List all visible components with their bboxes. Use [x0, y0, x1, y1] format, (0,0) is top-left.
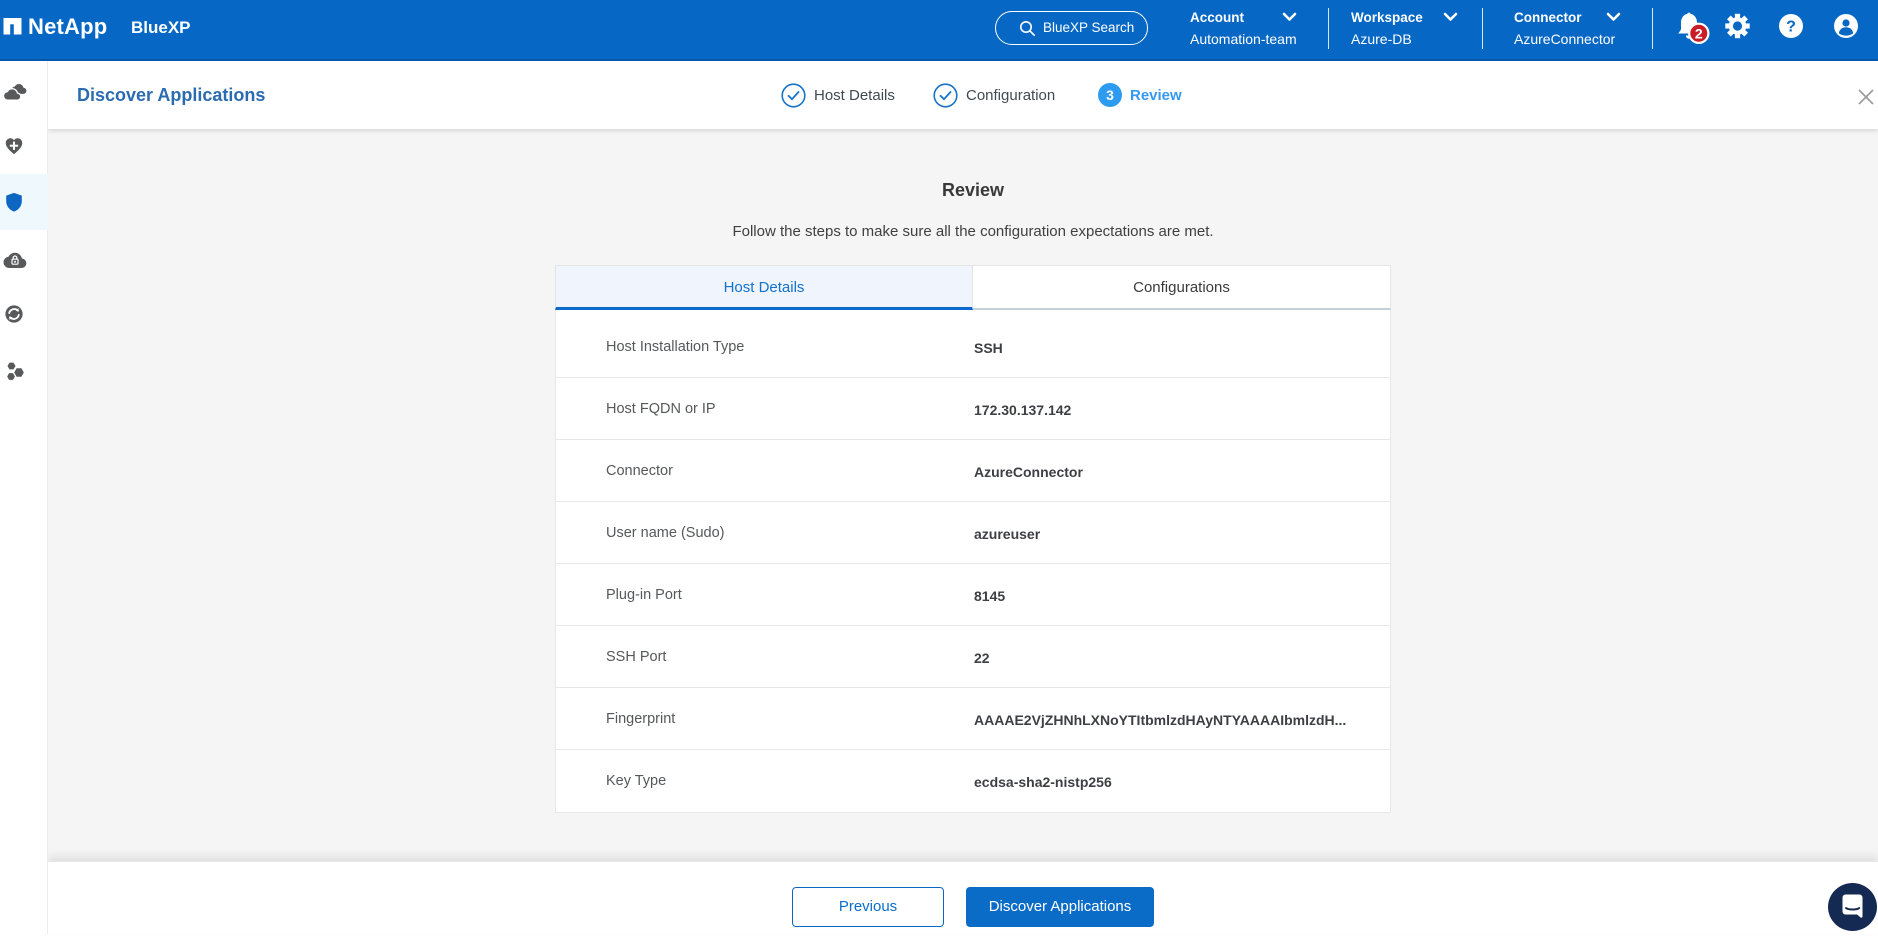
svg-text:?: ? [1786, 19, 1796, 36]
svg-text:2: 2 [1695, 25, 1703, 41]
